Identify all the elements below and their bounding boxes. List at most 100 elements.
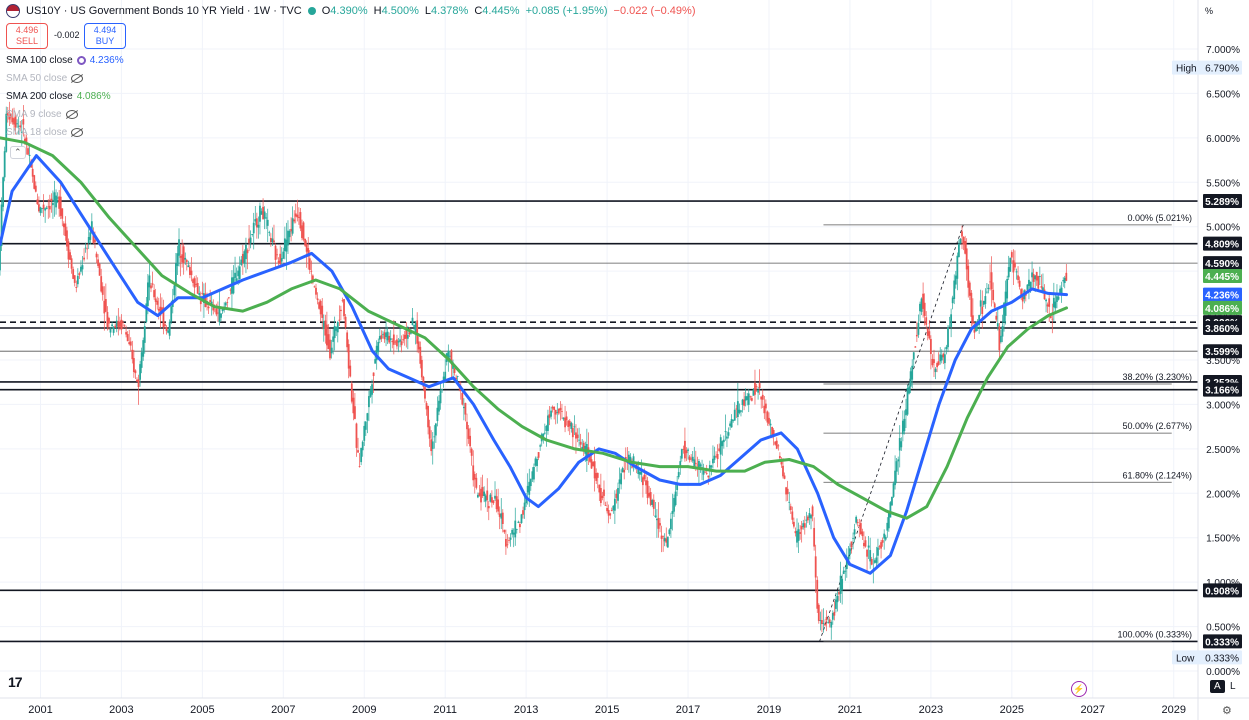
- candle-body: [687, 449, 689, 451]
- indicator-sma9[interactable]: SMA 9 close: [6, 109, 78, 120]
- candle-body: [67, 241, 70, 260]
- candle-body: [343, 299, 345, 317]
- hidden-eye-icon[interactable]: [71, 128, 84, 137]
- candle-body: [72, 269, 75, 279]
- candle: [567, 420, 570, 432]
- candle: [724, 414, 727, 441]
- candle: [154, 288, 157, 312]
- symbol-title[interactable]: US10Y · US Government Bonds 10 YR Yield …: [26, 5, 302, 17]
- settings-icon[interactable]: [76, 56, 86, 65]
- hidden-eye-icon[interactable]: [71, 74, 84, 83]
- x-tick-label: 2015: [595, 704, 619, 716]
- price-chart[interactable]: 0.00% (5.021%) 38.20% (3.230%) 50.00% (2.6…: [0, 0, 1249, 720]
- candle: [185, 258, 188, 271]
- candle-body: [866, 549, 868, 557]
- candle: [178, 228, 180, 267]
- candle: [984, 288, 987, 309]
- candle-body: [248, 238, 250, 244]
- candle-body: [1052, 297, 1055, 308]
- candle-body: [33, 175, 36, 189]
- chart-settings-icon[interactable]: ⚙: [1222, 704, 1232, 717]
- candle-body: [1028, 279, 1030, 287]
- candle-body: [663, 537, 666, 542]
- percent-toggle[interactable]: %: [1205, 6, 1213, 16]
- candle-body: [688, 456, 691, 461]
- fib-level-label: 61.80% (2.124%): [1122, 470, 1192, 480]
- auto-scale-button[interactable]: A: [1210, 680, 1225, 693]
- candle-body: [970, 292, 973, 317]
- candle-body: [887, 511, 890, 529]
- candle: [283, 226, 286, 260]
- collapse-chevron-icon[interactable]: ⌃: [10, 146, 26, 159]
- candle: [536, 456, 538, 472]
- candle-body: [593, 461, 596, 479]
- candle: [514, 507, 517, 546]
- buy-price: 4.494: [93, 25, 117, 35]
- candle-body: [900, 441, 903, 448]
- indicator-sma100[interactable]: SMA 100 close 4.236%: [6, 55, 124, 66]
- candle-body: [434, 423, 437, 436]
- candle-body: [746, 396, 749, 401]
- log-scale-button[interactable]: L: [1230, 681, 1236, 692]
- candle-body: [886, 522, 889, 531]
- candle-body: [1048, 298, 1051, 307]
- candle-body: [884, 536, 887, 540]
- candle: [785, 486, 788, 502]
- candle-body: [741, 399, 744, 406]
- candle-body: [347, 344, 350, 369]
- lightning-icon[interactable]: ⚡: [1071, 681, 1087, 697]
- candle-body: [919, 303, 921, 312]
- candle: [134, 369, 137, 380]
- candle-body: [990, 272, 993, 290]
- candle: [344, 314, 347, 330]
- candle-body: [704, 471, 707, 473]
- candle-body: [385, 332, 387, 338]
- candle-body: [782, 465, 784, 477]
- candle: [243, 249, 246, 268]
- candle-body: [366, 413, 369, 421]
- tradingview-logo-icon[interactable]: 17: [8, 674, 23, 690]
- candle: [52, 190, 54, 219]
- candle: [517, 520, 520, 524]
- candle-body: [106, 311, 109, 328]
- sell-button[interactable]: 4.496 SELL: [6, 23, 48, 49]
- candle: [936, 361, 939, 373]
- hidden-eye-icon[interactable]: [65, 110, 78, 119]
- candle: [810, 514, 812, 530]
- candle: [290, 217, 292, 242]
- candle: [987, 284, 990, 294]
- open-label: O: [321, 5, 331, 17]
- indicator-sma200[interactable]: SMA 200 close 4.086%: [6, 91, 111, 102]
- candle-body: [427, 405, 429, 428]
- candle: [656, 509, 658, 538]
- candle-body: [287, 230, 289, 246]
- candle-body: [565, 416, 568, 421]
- candle: [715, 451, 717, 458]
- candle: [428, 419, 431, 447]
- indicator-sma18[interactable]: SMA 18 close: [6, 127, 84, 138]
- candle: [1014, 250, 1016, 271]
- candle-body: [968, 282, 971, 296]
- candle-body: [617, 487, 619, 501]
- candle: [431, 432, 434, 465]
- candle-body: [961, 231, 963, 237]
- buy-button[interactable]: 4.494 BUY: [84, 23, 126, 49]
- candle: [106, 306, 109, 331]
- indicator-name: SMA 100 close: [6, 55, 73, 66]
- candle-body: [104, 299, 107, 312]
- candle-body: [603, 489, 605, 496]
- candle: [291, 206, 294, 236]
- candle-body: [861, 531, 864, 537]
- candle-body: [571, 428, 574, 438]
- candle-body: [609, 513, 612, 516]
- candle: [430, 430, 433, 456]
- candle-body: [604, 505, 607, 506]
- candle-body: [783, 475, 786, 479]
- indicator-sma50[interactable]: SMA 50 close: [6, 73, 84, 84]
- candle-body: [786, 488, 789, 495]
- candle-body: [252, 222, 255, 234]
- candle: [554, 409, 557, 425]
- candle-body: [368, 396, 370, 408]
- candle-body: [280, 258, 283, 262]
- candle: [260, 208, 263, 215]
